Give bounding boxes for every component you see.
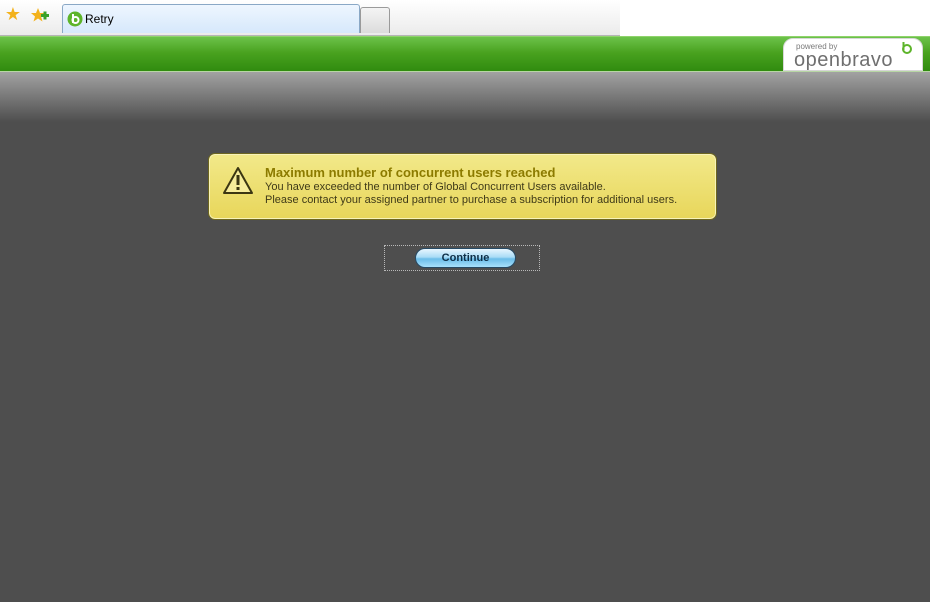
new-tab-button[interactable] (360, 7, 390, 33)
star-icon[interactable]: ★ (4, 6, 22, 24)
openbravo-favicon-icon (67, 11, 83, 27)
header-shadow-gradient (0, 72, 930, 122)
tab-retry[interactable]: Retry (62, 4, 360, 33)
openbravo-logo: powered by openbravo (783, 38, 923, 71)
alert-title: Maximum number of concurrent users reach… (265, 165, 556, 180)
logo-mark-icon (902, 42, 912, 54)
continue-button[interactable]: Continue (415, 248, 516, 268)
app-header: powered by openbravo (0, 36, 930, 73)
tab-title: Retry (85, 12, 114, 26)
browser-tab-bar: ★ Retry (0, 0, 930, 36)
tab-strip-filler (620, 0, 930, 36)
warning-message-box: Maximum number of concurrent users reach… (208, 153, 717, 220)
alert-message-line-2: Please contact your assigned partner to … (265, 194, 678, 206)
logo-name: openbravo (794, 49, 894, 71)
alert-message-line-1: You have exceeded the number of Global C… (265, 181, 606, 193)
add-favorite-icon[interactable] (30, 5, 50, 25)
warning-icon (223, 167, 253, 194)
